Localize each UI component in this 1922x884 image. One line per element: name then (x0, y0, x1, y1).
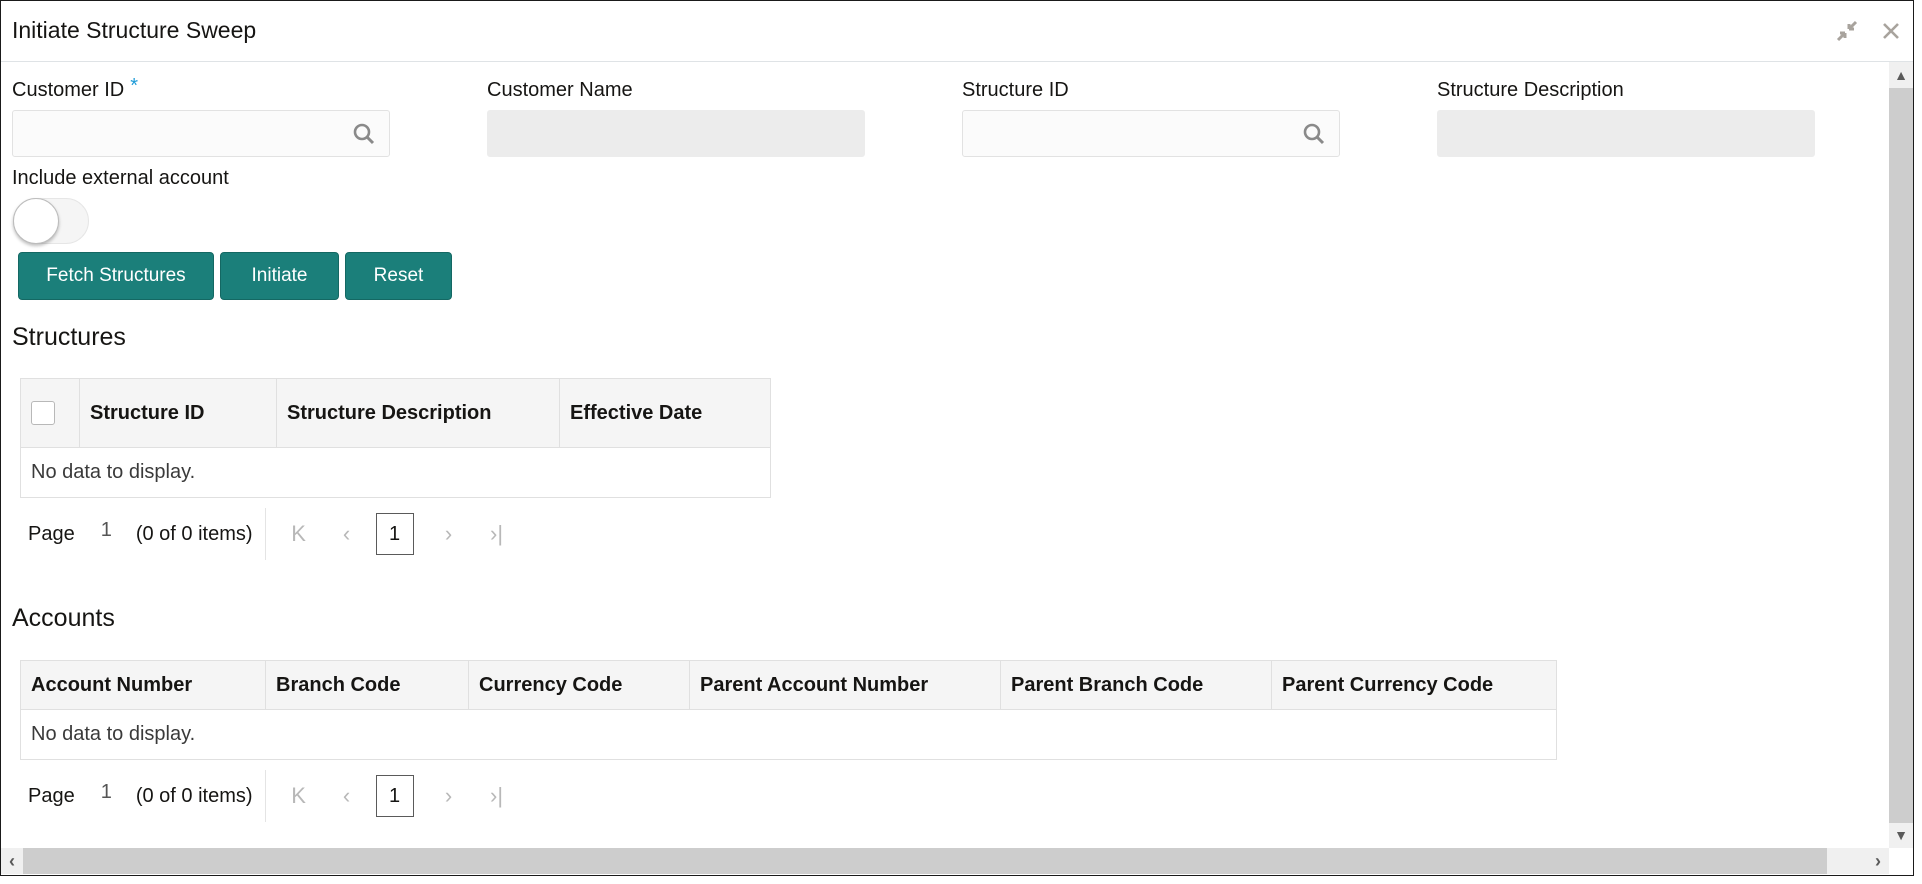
scroll-up-icon[interactable]: ▲ (1889, 62, 1913, 88)
structure-id-search-icon[interactable] (1289, 111, 1339, 156)
structure-description-field (1437, 110, 1815, 157)
next-page-icon[interactable]: › (436, 521, 462, 547)
customer-id-search-icon[interactable] (339, 111, 389, 156)
table-row: No data to display. (20, 709, 1557, 760)
structures-header-row: Structure ID Structure Description Effec… (20, 378, 771, 448)
structures-table: Structure ID Structure Description Effec… (20, 378, 771, 498)
toggle-knob (13, 198, 59, 244)
first-page-icon[interactable]: K (286, 521, 312, 547)
column-header-parent-account-number[interactable]: Parent Account Number (689, 660, 1001, 710)
customer-name-field (487, 110, 865, 157)
structure-description-label: Structure Description (1437, 79, 1624, 101)
include-external-account-toggle[interactable] (13, 198, 89, 244)
column-header-branch-code[interactable]: Branch Code (265, 660, 469, 710)
previous-page-icon[interactable]: ‹ (334, 783, 360, 809)
customer-id-label: Customer ID * (12, 75, 138, 102)
accounts-section-title: Accounts (12, 604, 115, 632)
scroll-left-icon[interactable]: ‹ (1, 848, 23, 874)
pager-divider (264, 770, 266, 822)
required-indicator: * (130, 75, 139, 97)
next-page-icon[interactable]: › (436, 783, 462, 809)
accounts-header-row: Account Number Branch Code Currency Code… (20, 660, 1557, 710)
first-page-icon[interactable]: K (286, 783, 312, 809)
current-page-button[interactable]: 1 (375, 775, 414, 817)
page-number: 1 (100, 780, 112, 803)
column-header-effective-date[interactable]: Effective Date (559, 378, 771, 448)
compress-icon[interactable] (1835, 19, 1859, 43)
window-header: Initiate Structure Sweep (1, 1, 1913, 62)
table-row: No data to display. (20, 447, 771, 498)
item-count: (0 of 0 items) (135, 784, 253, 807)
horizontal-scroll-thumb[interactable] (23, 848, 1827, 874)
page-label: Page (28, 784, 75, 807)
customer-id-field (12, 110, 390, 157)
column-header-structure-id[interactable]: Structure ID (79, 378, 277, 448)
include-external-account-label: Include external account (12, 167, 229, 189)
horizontal-scrollbar[interactable]: ‹ › (1, 848, 1889, 874)
window-title: Initiate Structure Sweep (12, 17, 257, 43)
reset-button[interactable]: Reset (345, 252, 452, 300)
column-header-currency-code[interactable]: Currency Code (468, 660, 690, 710)
initiate-structure-sweep-window: Initiate Structure Sweep Customer ID * Cu… (0, 0, 1914, 876)
previous-page-icon[interactable]: ‹ (334, 521, 360, 547)
last-page-icon[interactable]: ›| (484, 783, 510, 809)
close-icon[interactable] (1879, 19, 1903, 43)
column-header-parent-branch-code[interactable]: Parent Branch Code (1000, 660, 1272, 710)
structure-id-field (962, 110, 1340, 157)
initiate-button[interactable]: Initiate (220, 252, 339, 300)
select-all-checkbox[interactable] (31, 401, 55, 425)
structures-section-title: Structures (12, 323, 126, 351)
pager-divider (264, 508, 266, 560)
accounts-table: Account Number Branch Code Currency Code… (20, 660, 1557, 760)
customer-id-input[interactable] (13, 111, 353, 156)
structures-pager: Page 1 (0 of 0 items) K ‹ 1 › ›| (28, 508, 532, 560)
scroll-down-icon[interactable]: ▼ (1889, 822, 1913, 848)
scroll-right-icon[interactable]: › (1867, 848, 1889, 874)
customer-id-label-text: Customer ID (12, 79, 125, 101)
column-header-structure-description[interactable]: Structure Description (276, 378, 560, 448)
last-page-icon[interactable]: ›| (484, 521, 510, 547)
column-header-parent-currency-code[interactable]: Parent Currency Code (1271, 660, 1557, 710)
current-page-button[interactable]: 1 (375, 513, 414, 555)
structure-id-label: Structure ID (962, 79, 1069, 101)
structure-id-input[interactable] (963, 111, 1303, 156)
page-label: Page (28, 522, 75, 545)
empty-message: No data to display. (20, 447, 771, 498)
column-header-account-number[interactable]: Account Number (20, 660, 266, 710)
empty-message: No data to display. (20, 709, 1557, 760)
fetch-structures-button[interactable]: Fetch Structures (18, 252, 214, 300)
customer-name-label: Customer Name (487, 79, 633, 101)
page-number: 1 (100, 518, 112, 541)
vertical-scrollbar[interactable]: ▲ ▼ (1889, 62, 1913, 848)
vertical-scroll-thumb[interactable] (1889, 88, 1913, 823)
select-all-header (20, 378, 80, 448)
item-count: (0 of 0 items) (135, 522, 253, 545)
accounts-pager: Page 1 (0 of 0 items) K ‹ 1 › ›| (28, 770, 532, 822)
